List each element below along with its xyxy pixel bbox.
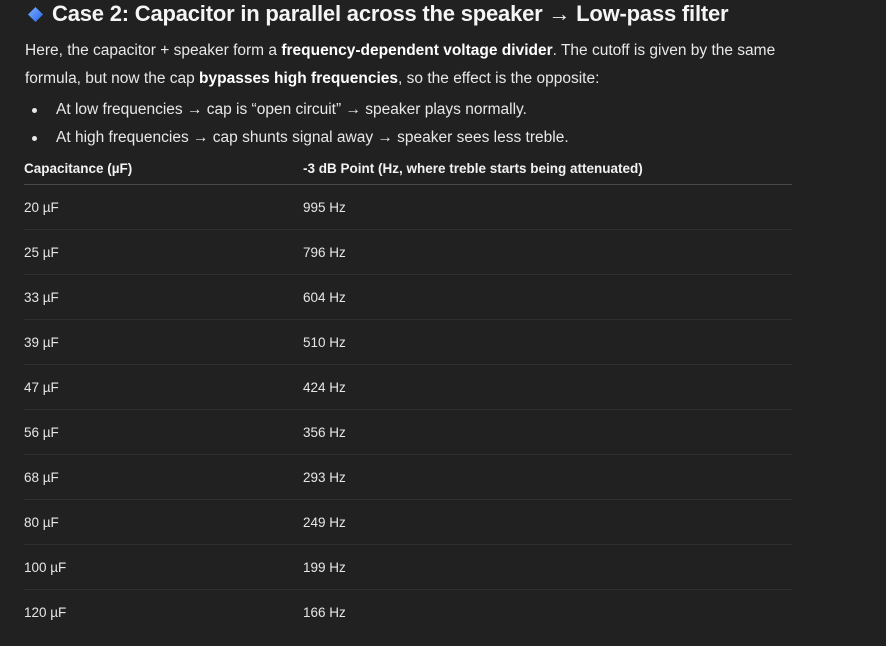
capacitance-cell: 100 µF: [24, 544, 303, 590]
cutoff-cell: 166 Hz: [303, 604, 346, 620]
capacitance-cell: 68 µF: [24, 454, 303, 500]
capacitance-cell: 25 µF: [24, 229, 303, 275]
cutoff-cell: 199 Hz: [303, 544, 792, 590]
table-row: 120 µF 166 Hz: [24, 590, 792, 635]
list-item: At low frequencies → cap is “open circui…: [25, 96, 569, 124]
section-heading: Case 2: Capacitor in parallel across the…: [28, 0, 729, 28]
bullet-list: At low frequencies → cap is “open circui…: [25, 96, 569, 152]
table-row: 33 µF 604 Hz: [24, 274, 792, 320]
capacitance-table: Capacitance (µF) -3 dB Point (Hz, where …: [24, 153, 792, 634]
cutoff-cell: 424 Hz: [303, 364, 792, 410]
cutoff-cell: 510 Hz: [303, 319, 792, 365]
capacitance-cell: 56 µF: [24, 409, 303, 455]
list-item: At high frequencies → cap shunts signal …: [25, 124, 569, 152]
cutoff-cell: 356 Hz: [303, 409, 792, 455]
table-header-row: Capacitance (µF) -3 dB Point (Hz, where …: [24, 153, 792, 185]
paragraph-text: , so the effect is the opposite:: [398, 70, 600, 87]
table-row: 80 µF 249 Hz: [24, 499, 792, 545]
capacitance-cell: 39 µF: [24, 319, 303, 365]
cutoff-cell: 995 Hz: [303, 184, 792, 230]
capacitance-cell: 33 µF: [24, 274, 303, 320]
capacitance-cell: 20 µF: [24, 184, 303, 230]
capacitance-cell: 80 µF: [24, 499, 303, 545]
table-row: 39 µF 510 Hz: [24, 319, 792, 365]
bold-term: frequency-dependent voltage divider: [281, 42, 553, 59]
bold-term: bypasses high frequencies: [199, 70, 399, 87]
column-header-cutoff: -3 dB Point (Hz, where treble starts bei…: [303, 153, 792, 185]
capacitance-cell: 120 µF: [24, 604, 67, 620]
paragraph-text: Here, the capacitor + speaker form a: [25, 42, 282, 59]
bullet-dot-icon: [32, 136, 37, 141]
cutoff-cell: 604 Hz: [303, 274, 792, 320]
table-row: 100 µF 199 Hz: [24, 544, 792, 590]
list-item-text: At high frequencies → cap shunts signal …: [56, 129, 569, 146]
cutoff-cell: 293 Hz: [303, 454, 792, 500]
heading-text: Case 2: Capacitor in parallel across the…: [52, 1, 729, 26]
cutoff-cell: 796 Hz: [303, 229, 792, 275]
table-row: 20 µF 995 Hz: [24, 184, 792, 230]
table-row: 25 µF 796 Hz: [24, 229, 792, 275]
bullet-dot-icon: [32, 108, 37, 113]
blue-diamond-icon: [28, 6, 43, 22]
table-row: 68 µF 293 Hz: [24, 454, 792, 500]
column-header-capacitance: Capacitance (µF): [24, 153, 303, 185]
cutoff-cell: 249 Hz: [303, 499, 792, 545]
intro-paragraph: Here, the capacitor + speaker form a fre…: [25, 37, 805, 93]
list-item-text: At low frequencies → cap is “open circui…: [56, 101, 527, 118]
table-row: 47 µF 424 Hz: [24, 364, 792, 410]
table-row: 56 µF 356 Hz: [24, 409, 792, 455]
chat-message: Case 2: Capacitor in parallel across the…: [0, 0, 886, 646]
capacitance-cell: 47 µF: [24, 364, 303, 410]
